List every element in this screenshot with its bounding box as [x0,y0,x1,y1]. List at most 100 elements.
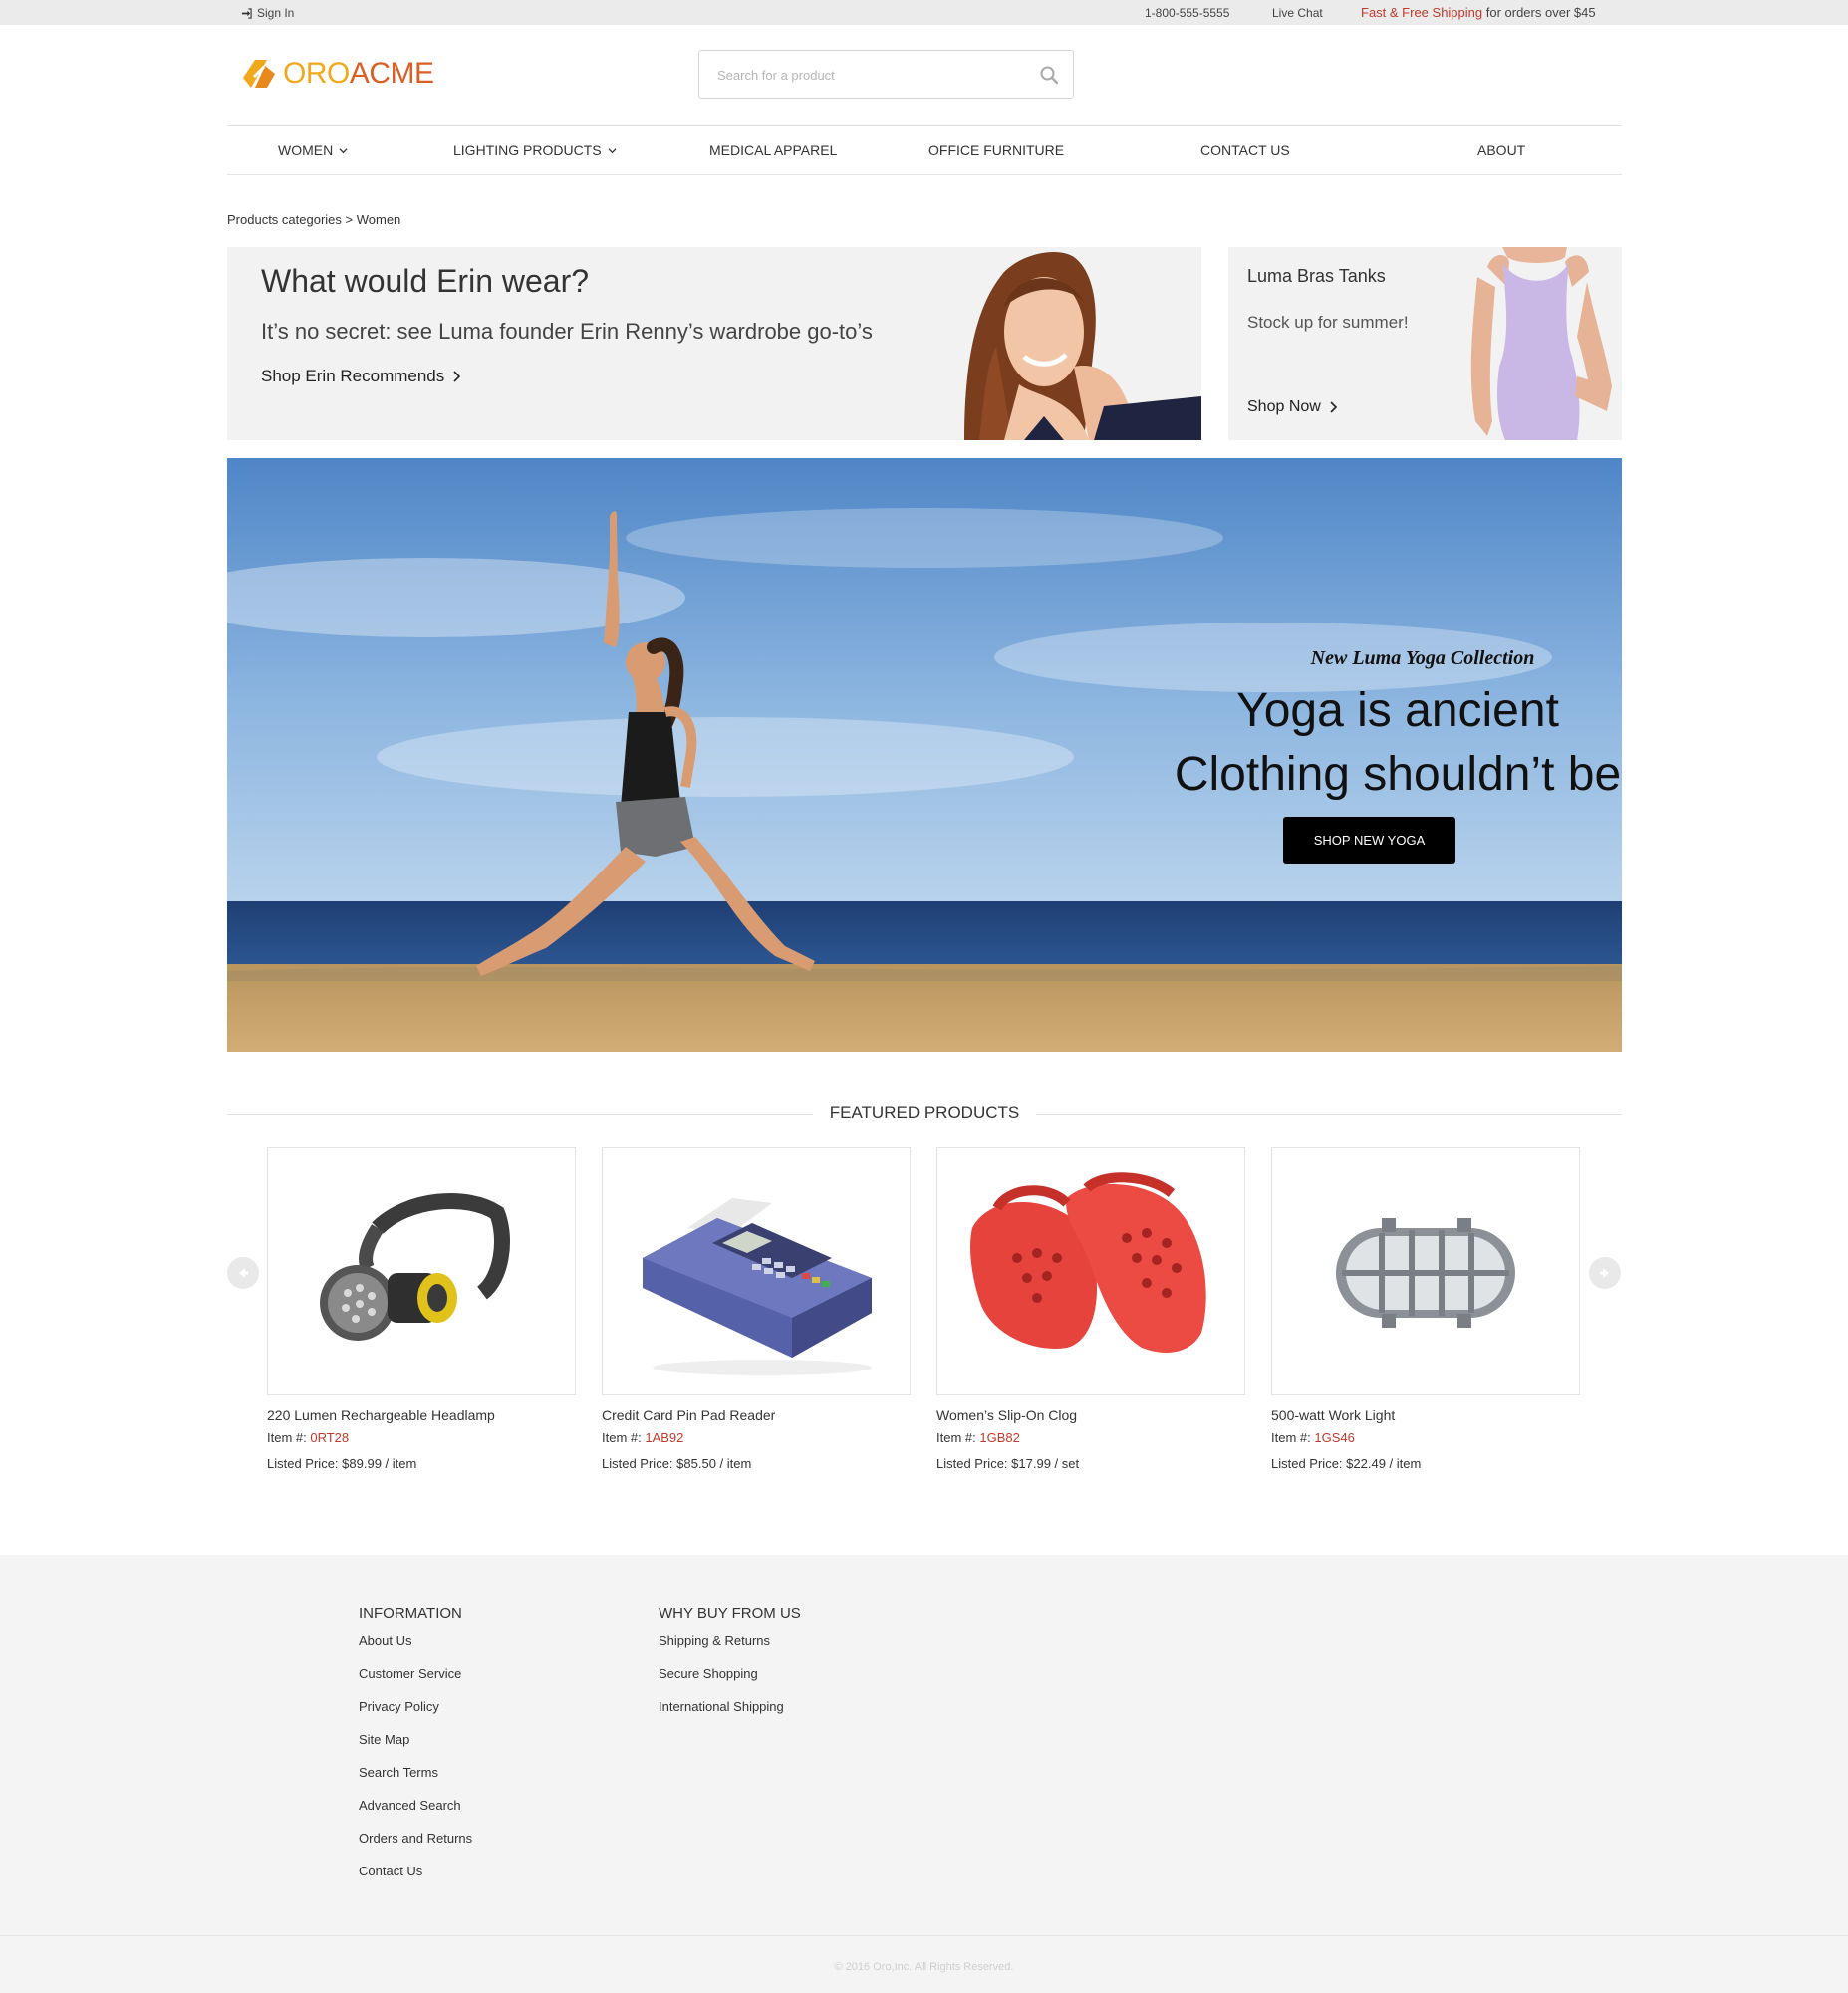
shipping-rest: for orders over $45 [1482,5,1596,20]
featured-products-heading: Featured Products [227,1102,1622,1125]
promo-side-title: Luma Bras Tanks [1247,266,1386,286]
clog-icon [970,1172,1206,1353]
item-label: Item #: [936,1430,980,1445]
product-sku-link[interactable]: 1AB92 [645,1430,683,1445]
product-name[interactable]: 500-watt Work Light [1271,1407,1580,1423]
nav-label: About [1477,142,1526,158]
top-bar: Sign In 1-800-555-5555 Live Chat Fast & … [0,0,1848,25]
product-sku-link[interactable]: 1GS46 [1314,1430,1354,1445]
product-name[interactable]: 220 Lumen Rechargeable Headlamp [267,1407,576,1423]
footer-link-orders-returns[interactable]: Orders and Returns [359,1831,472,1864]
arrow-right-icon [1600,1268,1609,1278]
nav-item-lighting-products[interactable]: Lighting Products [453,142,617,158]
footer-why-buy-column: Why Buy From Us Shipping & Returns Secur… [659,1605,801,1732]
headlamp-icon [320,1193,510,1341]
product-image-link[interactable] [1271,1147,1580,1395]
search-icon[interactable] [1039,65,1059,85]
search-input[interactable] [717,64,1016,86]
footer-why-heading: Why Buy From Us [659,1605,801,1621]
logo[interactable]: OROACME [241,56,434,92]
nav-label: Lighting Products [453,142,602,158]
product-card: 220 Lumen Rechargeable Headlamp Item #: … [267,1147,576,1471]
nav-label: Office Furniture [928,142,1065,158]
footer-link-privacy-policy[interactable]: Privacy Policy [359,1699,472,1732]
product-item-number: Item #: 1AB92 [602,1430,911,1445]
shipping-accent: Fast & Free Shipping [1361,5,1483,20]
product-item-number: Item #: 0RT28 [267,1430,576,1445]
carousel-prev-button[interactable] [227,1257,259,1289]
footer-link-contact-us[interactable]: Contact Us [359,1864,472,1896]
phone-number: 1-800-555-5555 [1145,6,1230,20]
footer-information-heading: Information [359,1605,462,1621]
nav-label: Contact Us [1200,142,1290,158]
nav-item-about[interactable]: About [1477,142,1525,158]
price-label: Listed Price: [1271,1456,1347,1471]
footer: Information About Us Customer Service Pr… [0,1555,1848,1993]
product-item-number: Item #: 1GS46 [1271,1430,1580,1445]
logo-mark-icon [243,60,275,88]
nav-item-contact-us[interactable]: Contact Us [1200,142,1290,158]
promo-title: What would Erin wear? [261,263,590,299]
product-sku-link[interactable]: 0RT28 [310,1430,349,1445]
item-label: Item #: [267,1430,311,1445]
footer-link-secure-shopping[interactable]: Secure Shopping [659,1666,801,1699]
search-box [698,50,1074,99]
main-nav: Women Lighting Products Medical Apparel … [227,125,1622,175]
promo-subtitle: It’s no secret: see Luma founder Erin Re… [261,319,873,344]
product-image-link[interactable] [602,1147,911,1395]
footer-link-international-shipping[interactable]: International Shipping [659,1699,801,1732]
nav-item-medical-apparel[interactable]: Medical Apparel [709,142,837,158]
sign-in-label: Sign In [257,6,295,20]
product-price: Listed Price: $89.99 / item [267,1456,576,1471]
footer-link-shipping-returns[interactable]: Shipping & Returns [659,1633,801,1666]
chevron-right-icon [453,371,461,382]
shop-erin-link[interactable]: Shop Erin Recommends [261,367,461,386]
promo-banner-tanks: Luma Bras Tanks Stock up for summer! Sho… [1228,247,1622,440]
chevron-right-icon [1330,401,1337,413]
shop-new-yoga-button[interactable]: Shop New Yoga [1283,817,1455,864]
sign-in-icon [241,7,252,19]
sign-in-link[interactable]: Sign In [241,6,294,20]
product-image-link[interactable] [267,1147,576,1395]
product-name[interactable]: Credit Card Pin Pad Reader [602,1407,911,1423]
footer-divider [0,1935,1848,1936]
price-label: Listed Price: [602,1456,677,1471]
shop-erin-label: Shop Erin Recommends [261,367,445,385]
item-label: Item #: [1271,1430,1315,1445]
product-name[interactable]: Women’s Slip-On Clog [936,1407,1245,1423]
logo-oro: ORO [283,57,350,90]
shop-now-link[interactable]: Shop Now [1247,398,1338,416]
footer-link-search-terms[interactable]: Search Terms [359,1765,472,1798]
footer-link-about-us[interactable]: About Us [359,1633,472,1666]
footer-link-site-map[interactable]: Site Map [359,1732,472,1765]
arrow-left-icon [239,1268,248,1278]
product-item-number: Item #: 1GB82 [936,1430,1245,1445]
product-price: Listed Price: $22.49 / item [1271,1456,1580,1471]
price-value: $85.50 / item [676,1456,752,1471]
price-label: Listed Price: [936,1456,1012,1471]
breadcrumb-root[interactable]: Products categories [227,212,342,227]
footer-link-customer-service[interactable]: Customer Service [359,1666,472,1699]
nav-label: Medical Apparel [709,142,838,158]
footer-link-advanced-search[interactable]: Advanced Search [359,1798,472,1831]
price-value: $17.99 / set [1011,1456,1080,1471]
hero-banner: New Luma Yoga Collection Yoga is ancient… [227,458,1622,1052]
nav-item-office-furniture[interactable]: Office Furniture [928,142,1064,158]
nav-item-women[interactable]: Women [278,142,348,158]
hero-title-line-1: Yoga is ancient [1236,684,1559,737]
carousel-next-button[interactable] [1589,1257,1621,1289]
chevron-down-icon [608,147,617,153]
price-label: Listed Price: [267,1456,343,1471]
price-value: $89.99 / item [342,1456,417,1471]
card-reader-icon [643,1198,872,1375]
logo-acme: ACME [349,57,434,90]
product-image-link[interactable] [936,1147,1245,1395]
promo-banner-erin: What would Erin wear? It’s no secret: se… [227,247,1201,440]
product-sku-link[interactable]: 1GB82 [979,1430,1019,1445]
copyright: © 2016 Oro,Inc. All Rights Reserved. [834,1961,1014,1973]
live-chat-link[interactable]: Live Chat [1272,6,1323,20]
shop-now-label: Shop Now [1247,398,1321,415]
breadcrumb-current: Women [356,212,401,227]
nav-label: Women [278,142,334,158]
item-label: Item #: [602,1430,646,1445]
